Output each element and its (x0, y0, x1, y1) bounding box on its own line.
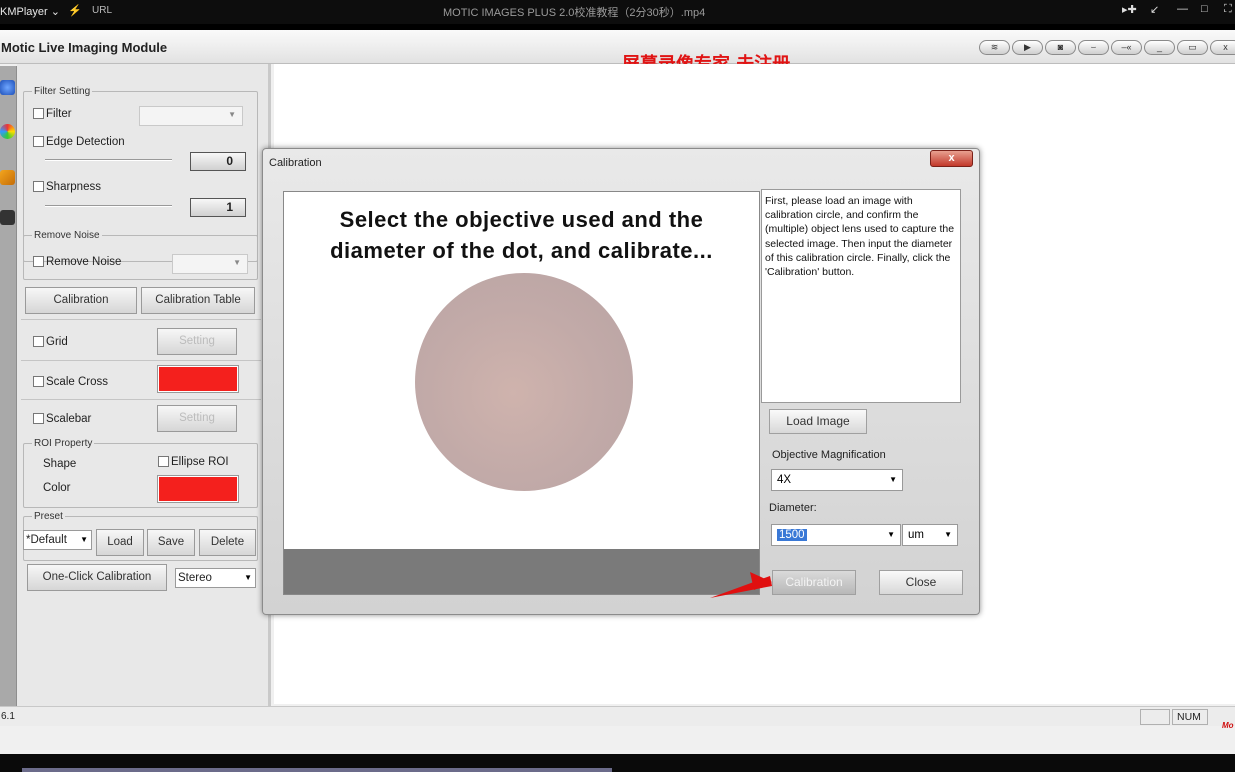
help-text-box: First, please load an image with calibra… (761, 189, 961, 403)
load-image-button[interactable]: Load Image (769, 409, 867, 434)
app-maximize-icon[interactable]: ▭ (1177, 40, 1208, 55)
remove-noise-select[interactable]: ▼ (172, 254, 248, 274)
settings-panel: Filter Setting Filter ▼ Edge Detection 0… (17, 64, 271, 709)
dialog-close-icon[interactable]: x (930, 150, 973, 167)
restore-icon[interactable]: ↙ (1150, 3, 1159, 16)
sharpness-slider[interactable] (45, 205, 172, 207)
instruction-text: Select the objective used and the diamet… (284, 204, 759, 266)
player-bottom-bar (0, 754, 1235, 772)
preset-save-button[interactable]: Save (147, 529, 195, 556)
remove-noise-legend: Remove Noise (34, 230, 100, 241)
preview-image-area: Select the objective used and the diamet… (284, 192, 759, 549)
dialog-close-button[interactable]: Close (879, 570, 963, 595)
toolbar-buttons: ≋ ▶ ◙ ⌣ –« _ ▭ x (979, 40, 1235, 55)
remove-noise-checkbox[interactable]: Remove Noise (33, 256, 121, 268)
calibration-dialog: Calibration x Select the objective used … (262, 148, 980, 615)
grid-checkbox[interactable]: Grid (33, 336, 68, 348)
globe-icon[interactable] (0, 80, 15, 95)
edge-detection-checkbox[interactable]: Edge Detection (33, 136, 125, 148)
edge-detection-slider[interactable] (45, 159, 172, 161)
preset-legend: Preset (34, 511, 63, 522)
scale-cross-color-swatch[interactable] (157, 365, 239, 393)
filter-checkbox[interactable]: Filter (33, 108, 72, 120)
color-wheel-icon[interactable] (0, 124, 15, 139)
rewind-icon[interactable]: –« (1111, 40, 1142, 55)
filter-setting-legend: Filter Setting (34, 86, 91, 97)
calibration-dot-image (415, 273, 633, 491)
wifi-icon[interactable]: ≋ (979, 40, 1010, 55)
unit-select[interactable]: um ▼ (902, 524, 958, 546)
divider (21, 399, 261, 400)
dialog-title: Calibration (269, 157, 322, 169)
fullscreen-icon[interactable]: ⛶ (1224, 3, 1232, 16)
tools-icon[interactable] (0, 170, 15, 185)
shape-label: Shape (43, 458, 77, 470)
instruction-line-1: Select the objective used and the (339, 207, 704, 232)
video-file-title: MOTIC IMAGES PLUS 2.0校准教程（2分30秒）.mp4 (443, 7, 706, 19)
dialog-calibration-button[interactable]: Calibration (772, 570, 856, 595)
pin-icon[interactable]: ▸✚ (1122, 3, 1137, 16)
version-text: 6.1 (1, 711, 15, 722)
status-bar: 6.1 NUM Mo (0, 706, 1235, 730)
url-button[interactable]: URL (92, 5, 112, 16)
status-cell-empty (1140, 709, 1170, 725)
scale-cross-checkbox[interactable]: Scale Cross (33, 376, 108, 388)
motic-brand-logo: Mo (1222, 721, 1234, 730)
play-icon[interactable]: ▶ (1012, 40, 1043, 55)
minimize-icon[interactable]: — (1177, 3, 1188, 15)
grid-setting-button[interactable]: Setting (157, 328, 237, 355)
app-minimize-icon[interactable]: _ (1144, 40, 1175, 55)
sharpness-checkbox[interactable]: Sharpness (33, 181, 101, 193)
calibration-table-button[interactable]: Calibration Table (141, 287, 255, 314)
objective-magnification-select[interactable]: 4X ▼ (771, 469, 903, 491)
roi-color-swatch[interactable] (157, 475, 239, 503)
maximize-icon[interactable]: □ (1201, 3, 1208, 15)
scalebar-setting-button[interactable]: Setting (157, 405, 237, 432)
roi-property-legend: ROI Property (34, 438, 93, 449)
diameter-input[interactable]: 1500 ▼ (771, 524, 901, 546)
app-close-icon[interactable]: x (1210, 40, 1235, 55)
divider (21, 319, 261, 320)
bolt-icon[interactable]: ⚡ (68, 4, 82, 17)
objective-magnification-label: Objective Magnification (772, 449, 886, 461)
player-name[interactable]: KMPlayer ⌄ (0, 5, 60, 18)
filter-select[interactable]: ▼ (139, 106, 243, 126)
screen: { "player": { "name": "KMPlayer", "dropd… (0, 0, 1235, 772)
scalebar-checkbox[interactable]: Scalebar (33, 413, 91, 425)
collapse-icon[interactable]: ⌣ (1078, 40, 1109, 55)
num-lock-indicator: NUM (1172, 709, 1208, 725)
divider (21, 360, 261, 361)
color-label: Color (43, 482, 71, 494)
camera-icon[interactable] (0, 210, 15, 225)
player-top-bar: KMPlayer ⌄ ⚡ URL MOTIC IMAGES PLUS 2.0校准… (0, 0, 1235, 24)
ellipse-roi-checkbox[interactable]: Ellipse ROI (158, 456, 229, 468)
app-titlebar: Motic Live Imaging Module 屏幕录像专家 未注册 ≋ ▶… (0, 30, 1235, 75)
app-title: Motic Live Imaging Module (1, 40, 168, 55)
preset-select[interactable]: *Default ▼ (23, 530, 92, 550)
instruction-line-2: diameter of the dot, and calibrate... (330, 238, 713, 263)
calibration-preview: Select the objective used and the diamet… (283, 191, 760, 595)
preset-delete-button[interactable]: Delete (199, 529, 256, 556)
camera-capture-icon[interactable]: ◙ (1045, 40, 1076, 55)
red-arrow-icon (710, 572, 772, 598)
sharpness-value[interactable]: 1 (190, 198, 246, 217)
left-icon-strip (0, 66, 17, 706)
edge-detection-value[interactable]: 0 (190, 152, 246, 171)
preset-load-button[interactable]: Load (96, 529, 144, 556)
diameter-label: Diameter: (769, 502, 817, 514)
one-click-calibration-button[interactable]: One-Click Calibration (27, 564, 167, 591)
calibration-button[interactable]: Calibration (25, 287, 137, 314)
mode-select[interactable]: Stereo ▼ (175, 568, 256, 588)
playback-progress-bar[interactable] (22, 768, 612, 772)
